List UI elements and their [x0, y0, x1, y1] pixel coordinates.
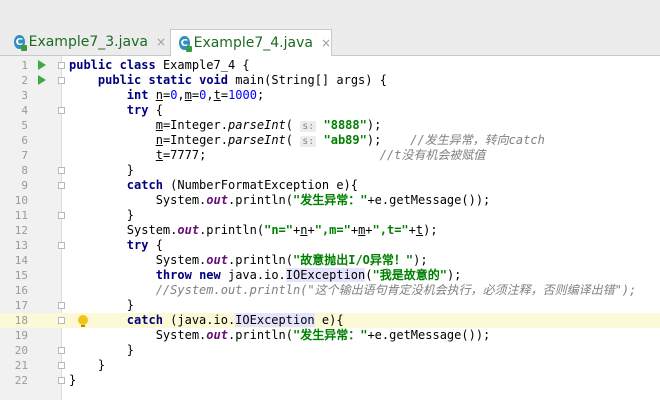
line-number: 15 [14, 269, 28, 282]
line-number: 13 [14, 239, 28, 252]
tab-example7-4[interactable]: C Example7_4.java × [170, 29, 332, 56]
java-class-icon: C [14, 35, 27, 51]
code-text: } [69, 373, 77, 387]
code-text: catch (java.io.IOException e){ [126, 313, 344, 327]
java-class-icon: C [179, 36, 192, 52]
code-line[interactable]: 20 } [0, 343, 660, 358]
tab-example7-3[interactable]: C Example7_3.java × [6, 29, 166, 55]
run-icon[interactable] [38, 75, 46, 85]
code-line[interactable]: 4 try { [0, 103, 660, 118]
code-line[interactable]: 15 throw new java.io.IOException("我是故意的"… [0, 268, 660, 283]
line-number: 6 [21, 134, 28, 147]
line-number: 18 [14, 314, 28, 327]
code-line[interactable]: 16 //System.out.println("这个输出语句肯定没机会执行，必… [0, 283, 660, 298]
code-line[interactable]: 2 public static void main(String[] args)… [0, 73, 660, 88]
code-text: System.out.println("发生异常："+e.getMessage(… [155, 328, 491, 342]
code-line[interactable]: 9 catch (NumberFormatException e){ [0, 178, 660, 193]
code-line[interactable]: 6 n=Integer.parseInt( s: "ab89"); //发生异常… [0, 133, 660, 148]
line-number: 4 [21, 104, 28, 117]
fold-marker-icon[interactable] [58, 182, 65, 189]
line-number: 16 [14, 284, 28, 297]
code-editor[interactable]: 1 public class Example7_4 { 2 public sta… [0, 56, 660, 400]
line-number: 2 [21, 74, 28, 87]
fold-marker-icon[interactable] [58, 107, 65, 114]
run-icon[interactable] [38, 60, 46, 70]
line-number: 21 [14, 359, 28, 372]
code-line[interactable]: 22 } [0, 373, 660, 388]
code-line-current[interactable]: 18 catch (java.io.IOException e){ [0, 313, 660, 328]
code-text: } [97, 358, 106, 372]
editor-tab-bar: C Example7_3.java × C Example7_4.java × [0, 0, 660, 56]
code-text: public static void main(String[] args) { [97, 73, 387, 87]
line-number: 12 [14, 224, 28, 237]
line-number: 20 [14, 344, 28, 357]
code-line[interactable]: 8 } [0, 163, 660, 178]
code-line[interactable]: 21 } [0, 358, 660, 373]
line-number: 9 [21, 179, 28, 192]
code-line[interactable]: 5 m=Integer.parseInt( s: "8888"); [0, 118, 660, 133]
code-line[interactable]: 13 try { [0, 238, 660, 253]
fold-marker-icon[interactable] [58, 242, 65, 249]
code-text: //System.out.println("这个输出语句肯定没机会执行，必须注释… [155, 283, 637, 297]
code-text: n=Integer.parseInt( s: "ab89"); //发生异常，转… [155, 133, 545, 147]
code-line[interactable]: 12 System.out.println("n="+n+",m="+m+",t… [0, 223, 660, 238]
code-text: int n=0,m=0,t=1000; [126, 88, 265, 102]
code-line[interactable]: 19 System.out.println("发生异常："+e.getMessa… [0, 328, 660, 343]
code-text: public class Example7_4 { [69, 58, 250, 72]
parameter-hint: s: [300, 136, 317, 147]
line-number: 19 [14, 329, 28, 342]
code-line[interactable]: 10 System.out.println("发生异常："+e.getMessa… [0, 193, 660, 208]
code-text: try { [126, 238, 163, 252]
tab-label: Example7_3.java [28, 34, 148, 50]
close-icon[interactable]: × [156, 35, 166, 49]
line-number: 22 [14, 374, 28, 387]
fold-marker-icon[interactable] [58, 77, 65, 84]
code-line[interactable]: 17 } [0, 298, 660, 313]
fold-marker-icon[interactable] [58, 212, 65, 219]
parameter-hint: s: [300, 121, 317, 132]
fold-marker-icon[interactable] [58, 377, 65, 384]
fold-marker-icon[interactable] [58, 317, 65, 324]
line-number: 14 [14, 254, 28, 267]
code-line[interactable]: 7 t=7777; //t没有机会被赋值 [0, 148, 660, 163]
tab-label: Example7_4.java [193, 35, 313, 51]
line-number: 1 [21, 59, 28, 72]
fold-marker-icon[interactable] [58, 302, 65, 309]
code-text: t=7777; //t没有机会被赋值 [155, 148, 486, 162]
fold-marker-icon[interactable] [58, 62, 65, 69]
fold-marker-icon[interactable] [58, 167, 65, 174]
line-number: 5 [21, 119, 28, 132]
code-line[interactable]: 14 System.out.println("故意抛出I/O异常！"); [0, 253, 660, 268]
code-text: } [126, 343, 135, 357]
code-text: throw new java.io.IOException("我是故意的"); [155, 268, 462, 282]
line-number: 8 [21, 164, 28, 177]
code-text: catch (NumberFormatException e){ [126, 178, 358, 192]
code-text: System.out.println("发生异常："+e.getMessage(… [155, 193, 491, 207]
line-number: 3 [21, 89, 28, 102]
code-text: System.out.println("n="+n+",m="+m+",t="+… [126, 223, 438, 237]
fold-marker-icon[interactable] [58, 362, 65, 369]
code-text: try { [126, 103, 163, 117]
line-number: 11 [14, 209, 28, 222]
code-text: } [126, 208, 135, 222]
line-number: 7 [21, 149, 28, 162]
fold-marker-icon[interactable] [58, 347, 65, 354]
line-number: 17 [14, 299, 28, 312]
code-text: } [126, 163, 135, 177]
code-line[interactable]: 3 int n=0,m=0,t=1000; [0, 88, 660, 103]
close-icon[interactable]: × [321, 36, 331, 50]
code-line[interactable]: 1 public class Example7_4 { [0, 58, 660, 73]
code-text: } [126, 298, 135, 312]
code-text: m=Integer.parseInt( s: "8888"); [155, 118, 382, 132]
line-number: 10 [14, 194, 28, 207]
code-text: System.out.println("故意抛出I/O异常！"); [155, 253, 428, 267]
code-line[interactable]: 11 } [0, 208, 660, 223]
